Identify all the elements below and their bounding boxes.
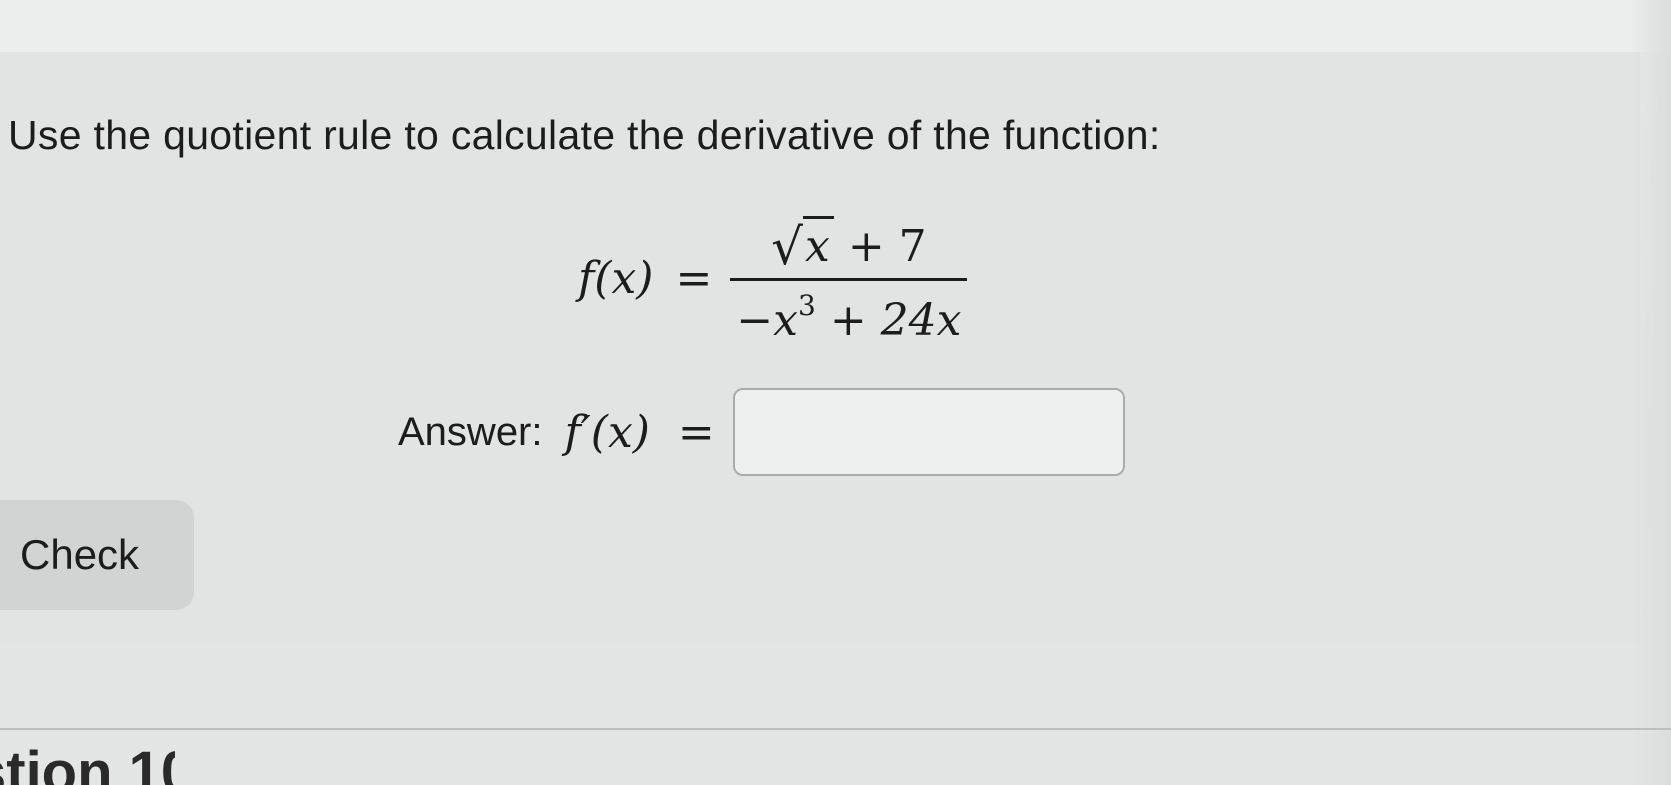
function-fraction: √ x + 7 −x3 + 24x bbox=[730, 210, 968, 346]
check-button[interactable]: Check bbox=[0, 500, 194, 610]
answer-expression: f′(x) = bbox=[564, 406, 715, 458]
answer-input[interactable] bbox=[732, 388, 1125, 476]
function-lhs: f(x) bbox=[578, 252, 654, 304]
function-expression: f(x) = √ x + 7 −x3 + 24x bbox=[578, 216, 968, 346]
square-root-icon: √ bbox=[771, 218, 803, 276]
denominator-exponent: 3 bbox=[798, 289, 816, 322]
question-prompt: Use the quotient rule to calculate the d… bbox=[8, 112, 1161, 158]
numerator-rest: + 7 bbox=[847, 221, 927, 272]
fraction-numerator: √ x + 7 bbox=[763, 210, 935, 278]
denominator-rest: + 24x bbox=[829, 295, 962, 346]
section-divider bbox=[0, 728, 1671, 730]
numerator-radicand: x bbox=[802, 216, 834, 272]
right-edge bbox=[1631, 0, 1671, 785]
answer-label: Answer: bbox=[398, 409, 543, 454]
next-question-heading: stion 10 bbox=[0, 740, 175, 785]
top-band bbox=[0, 0, 1671, 52]
fraction-denominator: −x3 + 24x bbox=[730, 281, 967, 346]
denominator-lead: −x bbox=[736, 295, 798, 346]
answer-row: Answer: f′(x) = bbox=[398, 384, 1125, 480]
function-equals-sign: = bbox=[675, 252, 713, 304]
